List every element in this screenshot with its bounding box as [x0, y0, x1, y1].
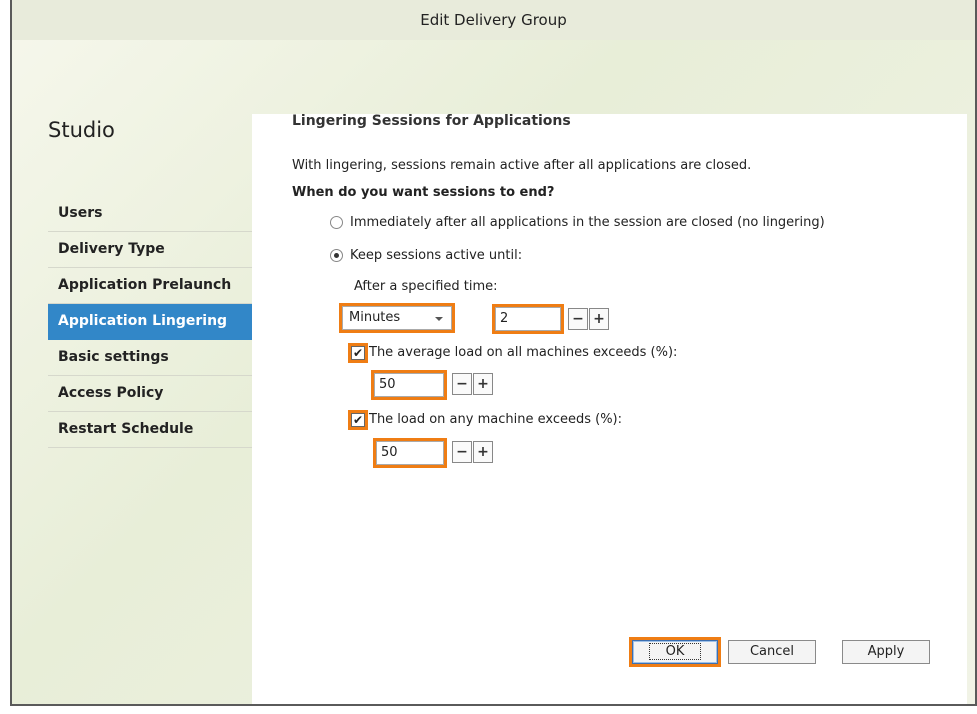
sidebar-item-delivery-type[interactable]: Delivery Type	[48, 232, 276, 268]
avg-load-input[interactable]: 50	[371, 370, 447, 400]
ok-button-label: OK	[648, 643, 702, 660]
sidebar-item-basic-settings[interactable]: Basic settings	[48, 340, 276, 376]
time-value-input[interactable]: 2	[492, 304, 564, 334]
any-load-increment-button[interactable]: +	[473, 441, 493, 463]
studio-brand: Studio	[48, 118, 115, 142]
question-text: When do you want sessions to end?	[292, 185, 555, 200]
ok-button[interactable]: OK	[629, 637, 721, 667]
radio-immediately[interactable]: Immediately after all applications in th…	[330, 215, 825, 230]
any-load-label: The load on any machine exceeds (%):	[369, 412, 622, 427]
any-load-decrement-button[interactable]: −	[452, 441, 472, 463]
avg-load-decrement-button[interactable]: −	[452, 373, 472, 395]
apply-button[interactable]: Apply	[842, 640, 930, 664]
sidebar-item-users[interactable]: Users	[48, 196, 276, 232]
sidebar-item-restart-schedule[interactable]: Restart Schedule	[48, 412, 276, 448]
radio-immediately-circle[interactable]	[330, 216, 343, 229]
chevron-down-icon	[435, 317, 443, 321]
time-stepper: − +	[568, 308, 610, 330]
content-panel	[252, 114, 967, 704]
checkmark-icon: ✔	[352, 345, 364, 360]
time-unit-select[interactable]: Minutes	[339, 303, 455, 333]
avg-load-checkbox-row[interactable]: ✔ The average load on all machines excee…	[348, 342, 678, 363]
radio-immediately-label: Immediately after all applications in th…	[350, 215, 825, 230]
description-text: With lingering, sessions remain active a…	[292, 158, 752, 173]
avg-load-increment-button[interactable]: +	[473, 373, 493, 395]
cancel-button[interactable]: Cancel	[728, 640, 816, 664]
avg-load-label: The average load on all machines exceeds…	[369, 345, 678, 360]
any-load-stepper: − +	[452, 441, 494, 463]
sidebar-nav: Users Delivery Type Application Prelaunc…	[48, 196, 276, 448]
time-unit-value: Minutes	[349, 310, 401, 325]
any-load-checkbox[interactable]: ✔	[348, 409, 368, 430]
checkmark-icon: ✔	[352, 412, 364, 427]
avg-load-stepper: − +	[452, 373, 494, 395]
radio-keep-active-label: Keep sessions active until:	[350, 248, 523, 263]
avg-load-checkbox[interactable]: ✔	[348, 342, 368, 363]
page-title: Lingering Sessions for Applications	[292, 113, 571, 129]
sidebar-item-access-policy[interactable]: Access Policy	[48, 376, 276, 412]
radio-keep-active[interactable]: Keep sessions active until:	[330, 248, 522, 263]
any-load-checkbox-row[interactable]: ✔ The load on any machine exceeds (%):	[348, 409, 622, 430]
time-label: After a specified time:	[354, 279, 498, 294]
window-title: Edit Delivery Group	[12, 0, 975, 40]
radio-keep-active-circle[interactable]	[330, 249, 343, 262]
time-decrement-button[interactable]: −	[568, 308, 588, 330]
sidebar-item-application-prelaunch[interactable]: Application Prelaunch	[48, 268, 276, 304]
sidebar-item-application-lingering[interactable]: Application Lingering	[48, 304, 276, 340]
any-load-input[interactable]: 50	[373, 438, 447, 468]
time-increment-button[interactable]: +	[589, 308, 609, 330]
